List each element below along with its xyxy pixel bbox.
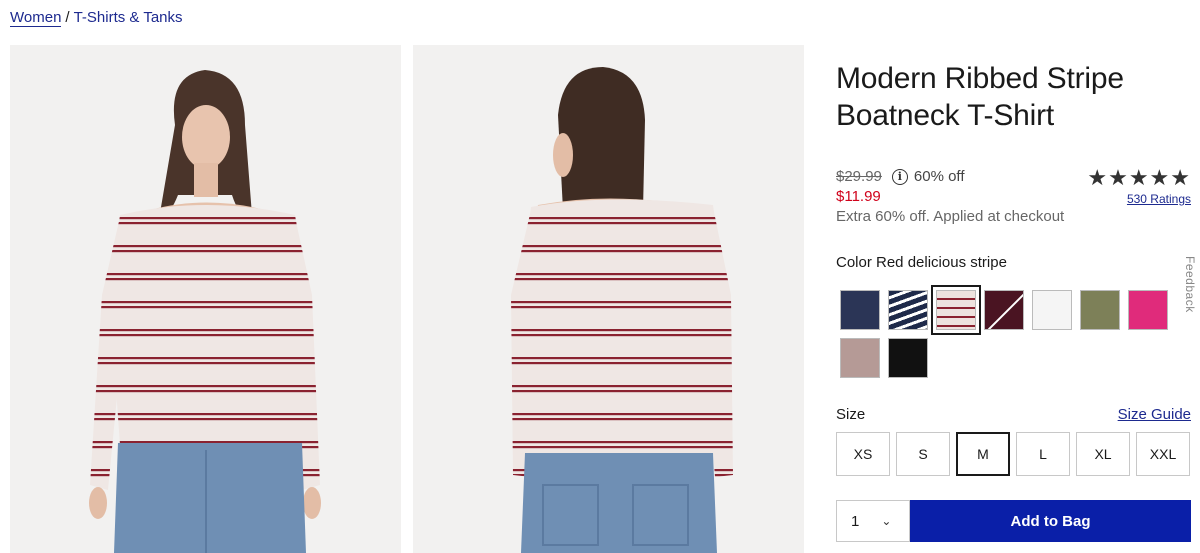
breadcrumb-separator: / bbox=[65, 9, 70, 26]
size-button-xxl[interactable]: XXL bbox=[1136, 432, 1190, 476]
ratings-count-link[interactable]: 530 Ratings bbox=[1087, 192, 1191, 206]
model-front-illustration bbox=[89, 70, 321, 553]
breadcrumb: Women / T-Shirts & Tanks bbox=[10, 9, 183, 27]
quantity-select[interactable]: 1 ⌄ bbox=[836, 500, 910, 542]
model-back-illustration bbox=[511, 67, 733, 553]
size-button-l[interactable]: L bbox=[1016, 432, 1070, 476]
color-swatches bbox=[840, 285, 1180, 378]
discount-percent: 60% off bbox=[913, 168, 965, 185]
feedback-label: Feedback bbox=[1183, 256, 1197, 313]
star-rating-icon: ★★★★★ bbox=[1087, 166, 1191, 191]
swatch-black[interactable] bbox=[888, 338, 928, 378]
unavailable-slash-icon bbox=[986, 291, 1023, 329]
breadcrumb-link-tshirts-tanks[interactable]: T-Shirts & Tanks bbox=[74, 9, 183, 26]
original-price: $29.99 bbox=[836, 168, 882, 185]
swatch-olive[interactable] bbox=[1080, 290, 1120, 330]
info-icon[interactable]: i bbox=[891, 168, 908, 185]
swatch-pink[interactable] bbox=[1128, 290, 1168, 330]
size-label: Size bbox=[836, 406, 866, 423]
size-guide-link[interactable]: Size Guide bbox=[1118, 406, 1191, 423]
product-image-back[interactable] bbox=[413, 45, 804, 553]
feedback-tab[interactable]: Feedback bbox=[1180, 256, 1200, 318]
breadcrumb-link-women[interactable]: Women bbox=[10, 9, 62, 27]
size-button-s[interactable]: S bbox=[896, 432, 950, 476]
chevron-down-icon: ⌄ bbox=[881, 514, 892, 528]
size-options: XS S M L XL XXL bbox=[836, 432, 1190, 476]
add-to-bag-button[interactable]: Add to Bag bbox=[910, 500, 1191, 542]
promo-text: Extra 60% off. Applied at checkout bbox=[836, 208, 1065, 225]
size-button-xl[interactable]: XL bbox=[1076, 432, 1130, 476]
color-label: Color Red delicious stripe bbox=[836, 254, 1007, 271]
swatch-red-delicious-stripe[interactable] bbox=[931, 285, 981, 335]
product-info-panel: Modern Ribbed Stripe Boatneck T-Shirt $2… bbox=[836, 60, 1191, 542]
cart-row: 1 ⌄ Add to Bag bbox=[836, 500, 1191, 542]
price-block: $29.99 i 60% off $11.99 Extra 60% off. A… bbox=[836, 166, 1191, 226]
quantity-value: 1 bbox=[851, 512, 860, 530]
swatch-burgundy-unavailable[interactable] bbox=[984, 290, 1024, 330]
product-image-front[interactable] bbox=[10, 45, 401, 553]
swatch-white[interactable] bbox=[1032, 290, 1072, 330]
swatch-mauve[interactable] bbox=[840, 338, 880, 378]
size-button-m[interactable]: M bbox=[956, 432, 1010, 476]
product-title: Modern Ribbed Stripe Boatneck T-Shirt bbox=[836, 62, 1124, 132]
swatch-navy-stripe[interactable] bbox=[888, 290, 928, 330]
swatch-navy[interactable] bbox=[840, 290, 880, 330]
rating: ★★★★★ 530 Ratings bbox=[1087, 166, 1191, 207]
size-button-xs[interactable]: XS bbox=[836, 432, 890, 476]
